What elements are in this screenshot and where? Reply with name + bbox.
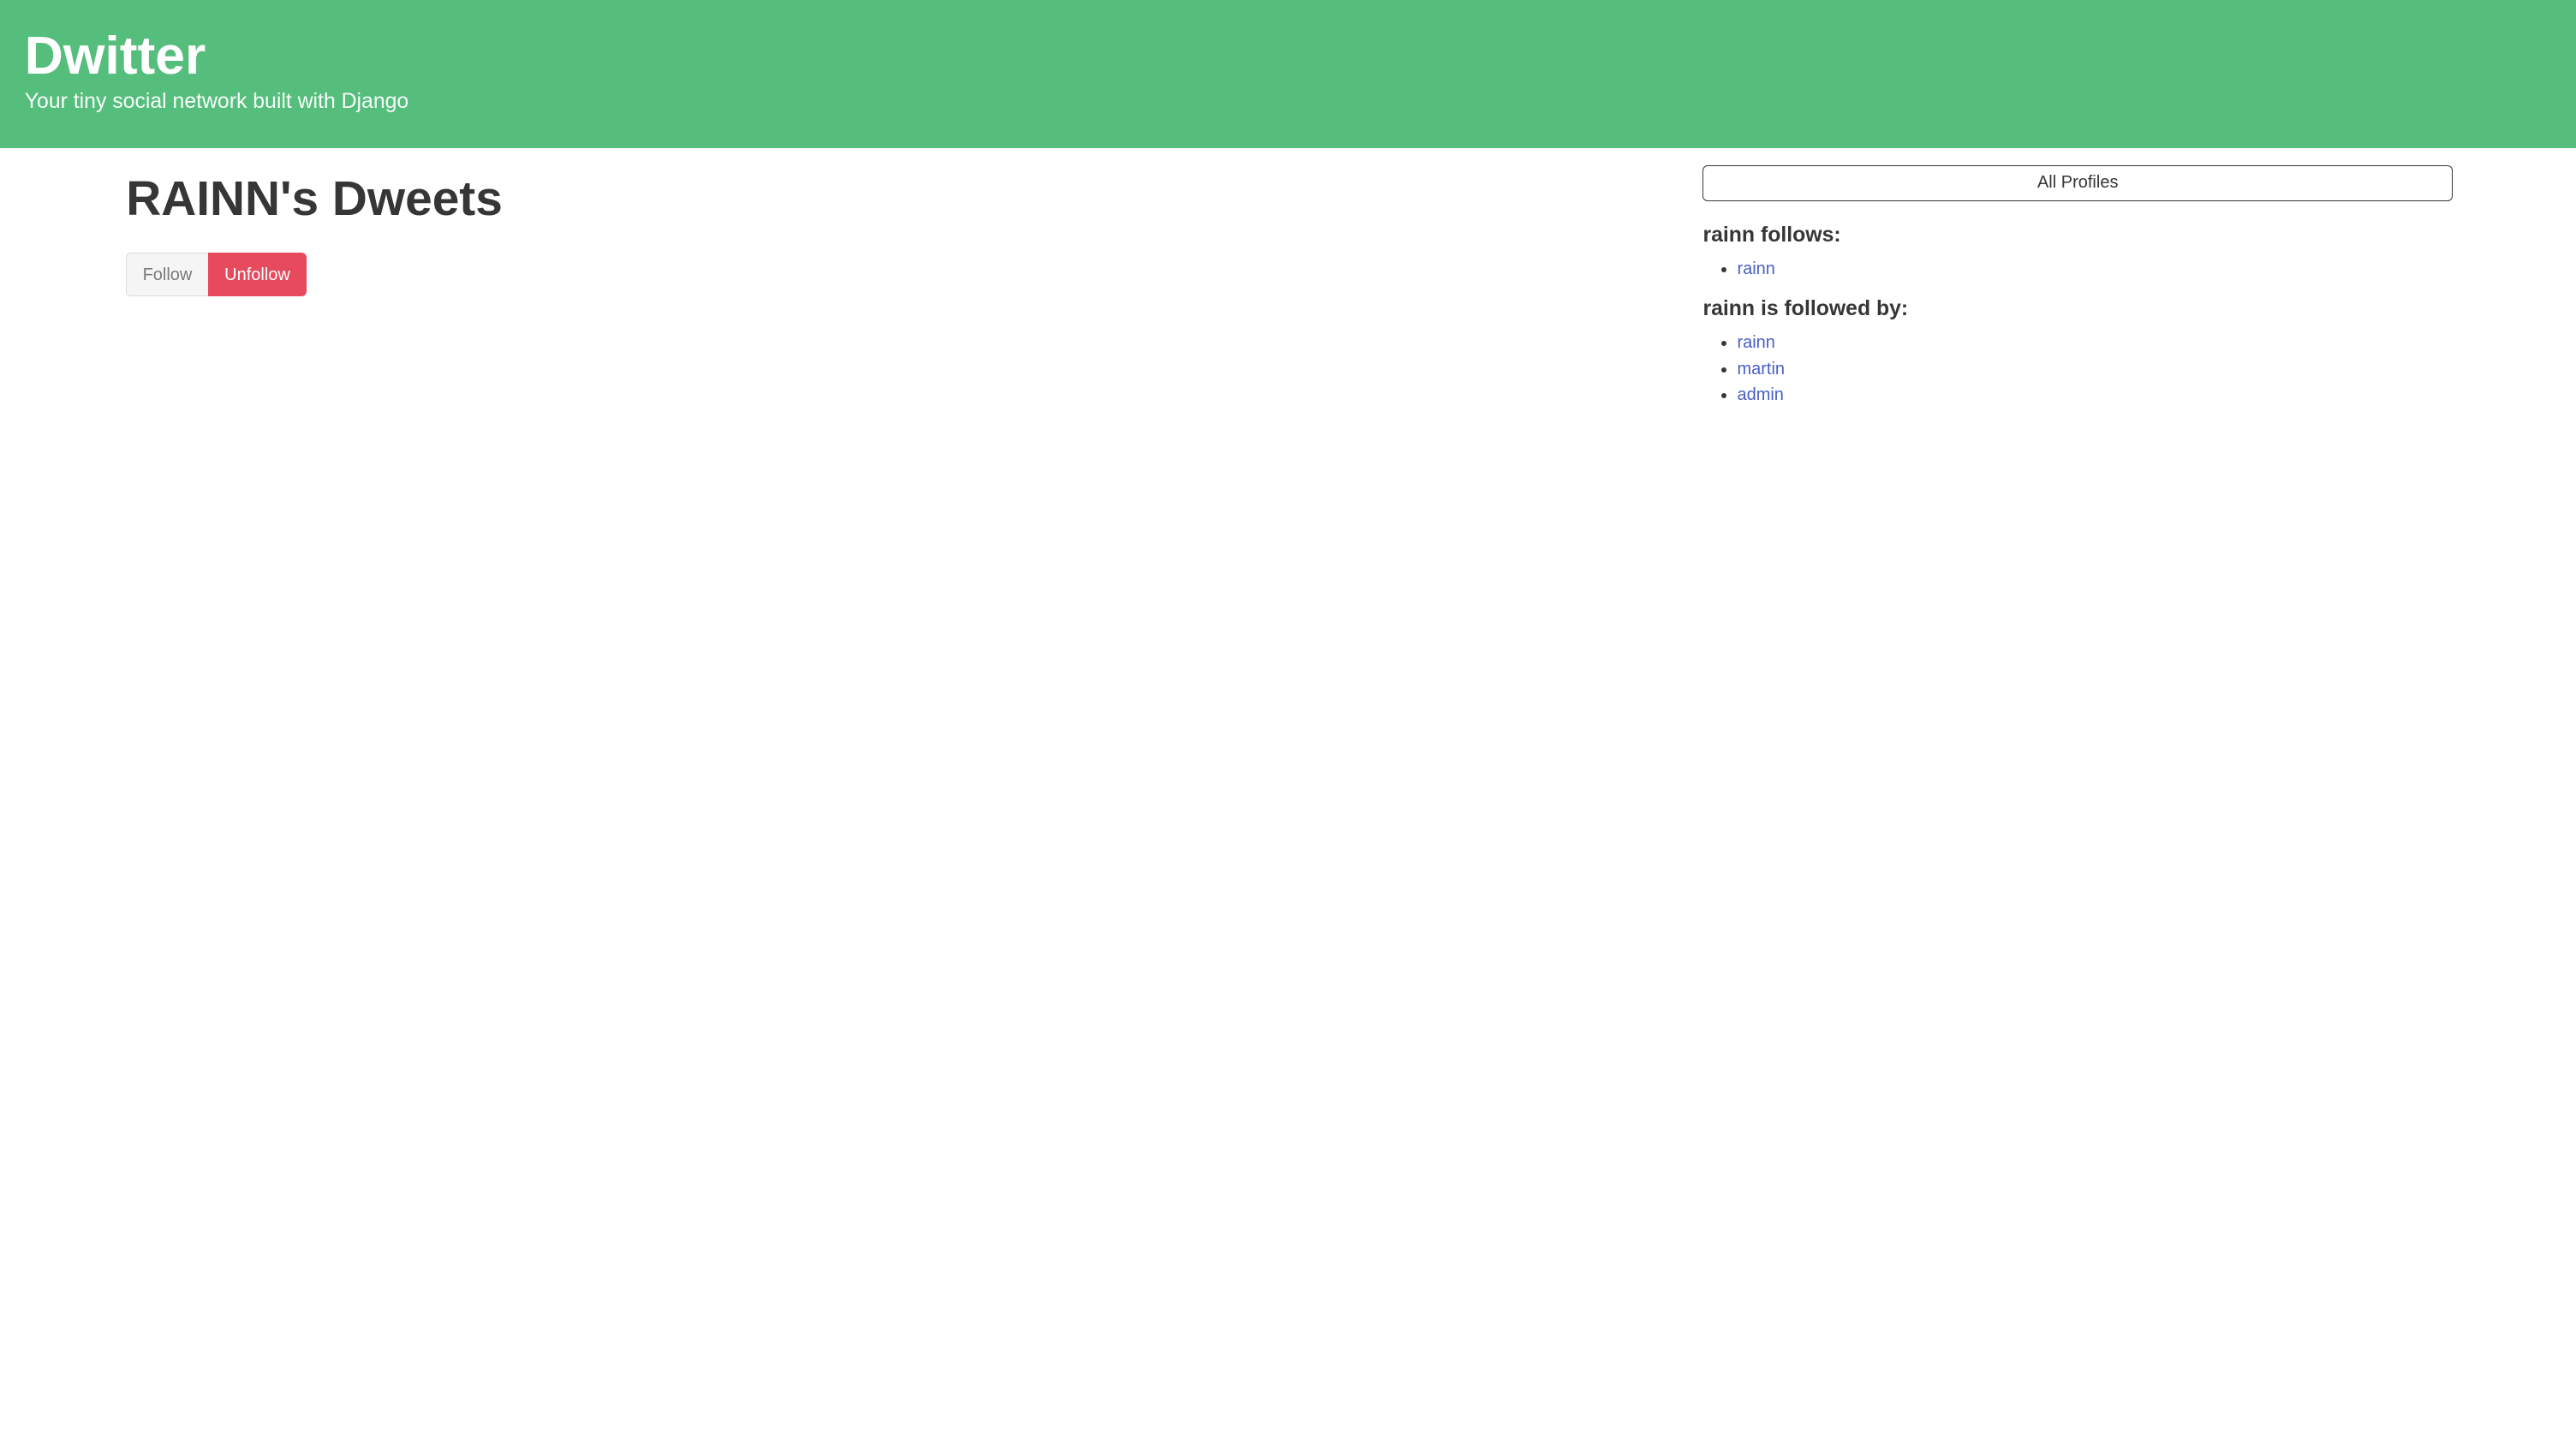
follow-button[interactable]: Follow — [126, 253, 208, 296]
sidebar-column: All Profiles rainn follows: rainn rainn … — [1700, 165, 2576, 423]
follow-button-group: Follow Unfollow — [126, 253, 1673, 296]
follows-list: rainn — [1702, 259, 2453, 279]
site-subtitle: Your tiny social network built with Djan… — [25, 90, 2551, 114]
list-item: rainn — [1737, 333, 2453, 353]
all-profiles-button[interactable]: All Profiles — [1702, 165, 2453, 202]
followed-by-list: rainn martin admin — [1702, 333, 2453, 404]
followed-by-heading: rainn is followed by: — [1702, 297, 2453, 321]
site-title: Dwitter — [25, 27, 2551, 86]
content-container: RAINN's Dweets Follow Unfollow All Profi… — [0, 148, 2576, 438]
profile-link[interactable]: martin — [1737, 360, 1785, 379]
list-item: martin — [1737, 360, 2453, 379]
list-item: rainn — [1737, 259, 2453, 279]
unfollow-button[interactable]: Unfollow — [208, 253, 307, 296]
list-item: admin — [1737, 385, 2453, 405]
page-title: RAINN's Dweets — [126, 168, 1673, 231]
hero-banner: Dwitter Your tiny social network built w… — [0, 0, 2576, 148]
profile-link[interactable]: admin — [1737, 385, 1783, 404]
main-column: RAINN's Dweets Follow Unfollow — [0, 165, 1700, 423]
follows-heading: rainn follows: — [1702, 224, 2453, 247]
profile-link[interactable]: rainn — [1737, 333, 1774, 352]
profile-link[interactable]: rainn — [1737, 259, 1774, 278]
